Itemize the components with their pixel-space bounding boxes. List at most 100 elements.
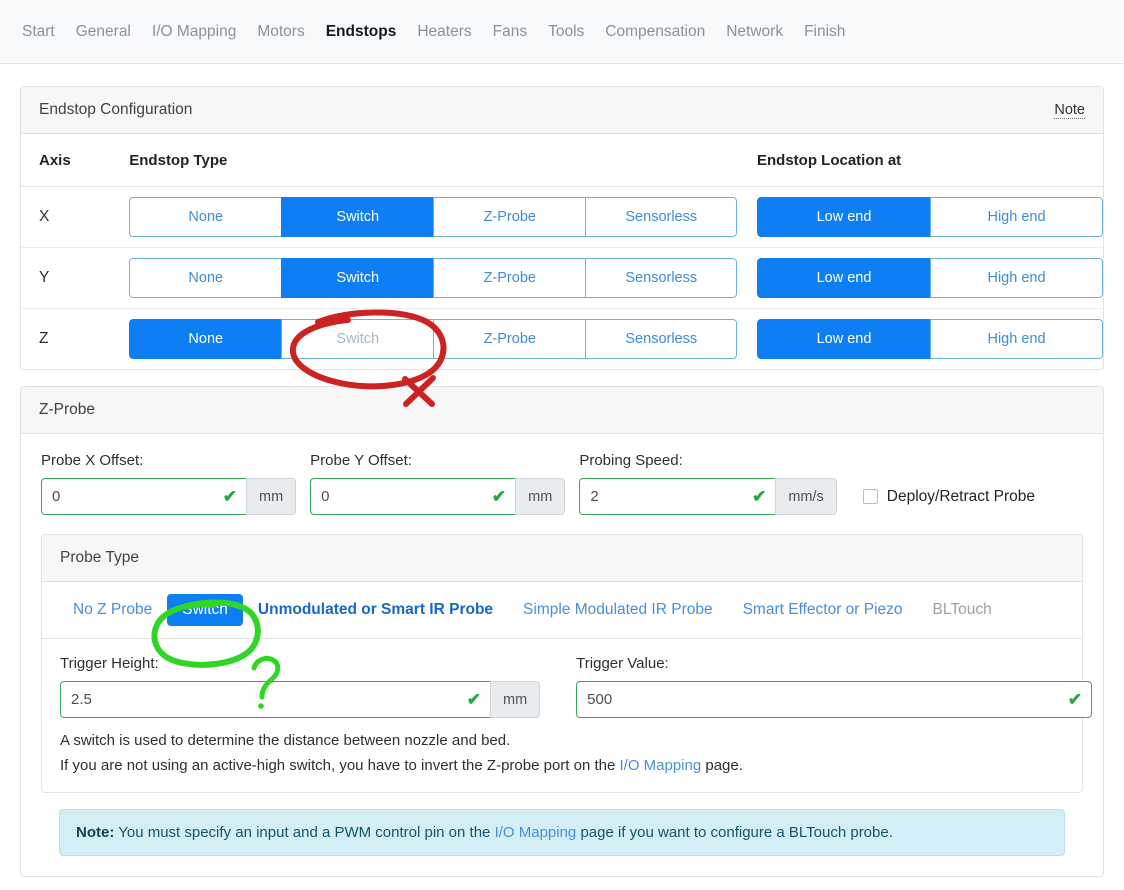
probe-type-tab-bltouch[interactable]: BLTouch [918, 594, 1007, 626]
endstop-type-x-zprobe[interactable]: Z-Probe [433, 197, 586, 237]
probe-description-2-post: page. [701, 757, 743, 774]
endstop-type-x-switch[interactable]: Switch [281, 197, 434, 237]
endstop-type-x-sensorless[interactable]: Sensorless [585, 197, 738, 237]
nav-tab-start[interactable]: Start [22, 23, 55, 41]
endstop-location-x-low[interactable]: Low end [757, 197, 930, 237]
zprobe-card: Z-Probe Probe X Offset: 0 ✔ mm Probe Y O… [20, 386, 1104, 877]
probe-type-card: Probe Type No Z Probe Switch Unmodulated… [41, 534, 1093, 793]
probing-speed-field: Probing Speed: 2 ✔ mm/s [579, 452, 837, 515]
zprobe-card-body: Probe X Offset: 0 ✔ mm Probe Y Offset: 0… [21, 434, 1103, 876]
trigger-value-label: Trigger Value: [576, 655, 669, 672]
probing-speed-input-group: 2 ✔ mm/s [579, 478, 837, 515]
endstop-type-group-y: None Switch Z-Probe Sensorless [129, 258, 738, 298]
endstop-location-z-low[interactable]: Low end [757, 319, 930, 359]
probe-type-body: Trigger Height: 2.5 ✔ mm Trigger Value: [42, 639, 1093, 792]
endstop-location-group-x: Low end High end [757, 197, 1103, 237]
trigger-height-value: 2.5 [71, 691, 92, 708]
probe-type-header: Probe Type [42, 535, 1082, 582]
trigger-value-value: 500 [587, 691, 613, 708]
endstop-card-title: Endstop Configuration [39, 101, 193, 118]
table-row: Z None Switch Z-Probe Sensorless Low end… [21, 309, 1103, 370]
nav-tab-io-mapping[interactable]: I/O Mapping [152, 23, 236, 41]
deploy-retract-probe-label: Deploy/Retract Probe [886, 487, 1035, 505]
endstop-type-z-switch[interactable]: Switch [281, 319, 434, 359]
endstop-location-y-high[interactable]: High end [930, 258, 1103, 298]
zprobe-field-row: Probe X Offset: 0 ✔ mm Probe Y Offset: 0… [41, 452, 1083, 515]
note-alert-post: page if you want to configure a BLTouch … [576, 824, 893, 841]
bltouch-note-alert: Note: You must specify an input and a PW… [59, 809, 1065, 856]
note-alert-bold: Note: [76, 824, 115, 841]
axis-label-z: Z [39, 330, 49, 347]
endstop-configuration-card: Endstop Configuration Note Axis Endstop … [20, 86, 1104, 370]
nav-tab-heaters[interactable]: Heaters [417, 23, 471, 41]
probe-type-tabs: No Z Probe Switch Unmodulated or Smart I… [42, 582, 1082, 639]
zprobe-card-title: Z-Probe [39, 401, 95, 418]
probing-speed-label: Probing Speed: [579, 452, 683, 469]
endstop-type-y-switch[interactable]: Switch [281, 258, 434, 298]
probe-description-line-1: A switch is used to determine the distan… [60, 732, 511, 749]
probe-type-tab-unmodulated-ir[interactable]: Unmodulated or Smart IR Probe [243, 594, 508, 626]
endstop-location-x-high[interactable]: High end [930, 197, 1103, 237]
trigger-height-input[interactable]: 2.5 ✔ [60, 681, 490, 718]
trigger-height-label: Trigger Height: [60, 655, 159, 672]
probe-y-offset-label: Probe Y Offset: [310, 452, 412, 469]
io-mapping-link-inline[interactable]: I/O Mapping [619, 757, 701, 774]
deploy-retract-probe-checkbox[interactable] [862, 489, 878, 504]
io-mapping-link-alert[interactable]: I/O Mapping [495, 824, 577, 841]
endstop-type-z-none[interactable]: None [129, 319, 282, 359]
probe-type-tab-no-z-probe[interactable]: No Z Probe [58, 594, 167, 626]
top-navbar: Start General I/O Mapping Motors Endstop… [0, 0, 1124, 64]
trigger-row: Trigger Height: 2.5 ✔ mm Trigger Value: [60, 655, 1093, 718]
probe-x-offset-input-group: 0 ✔ mm [41, 478, 297, 515]
endstop-type-y-zprobe[interactable]: Z-Probe [433, 258, 586, 298]
probe-type-tab-switch[interactable]: Switch [167, 594, 243, 626]
table-row: X None Switch Z-Probe Sensorless Low end… [21, 186, 1103, 248]
trigger-height-field: Trigger Height: 2.5 ✔ mm [60, 655, 541, 718]
nav-tab-endstops[interactable]: Endstops [326, 23, 397, 41]
nav-tab-network[interactable]: Network [726, 23, 783, 41]
probe-x-offset-input[interactable]: 0 ✔ [41, 478, 246, 515]
axis-label-y: Y [39, 269, 50, 286]
endstop-card-header: Endstop Configuration Note [21, 87, 1103, 134]
nav-tab-tools[interactable]: Tools [548, 23, 584, 41]
endstop-table: Axis Endstop Type Endstop Location at X … [21, 134, 1103, 369]
nav-tab-fans[interactable]: Fans [493, 23, 527, 41]
probe-y-offset-value: 0 [321, 488, 330, 505]
note-alert-pre: You must specify an input and a PWM cont… [114, 824, 495, 841]
nav-tab-general[interactable]: General [76, 23, 131, 41]
table-header-row: Axis Endstop Type Endstop Location at [21, 134, 1103, 187]
endstop-type-group-z: None Switch Z-Probe Sensorless [129, 319, 738, 359]
endstop-type-z-zprobe[interactable]: Z-Probe [433, 319, 586, 359]
probing-speed-input[interactable]: 2 ✔ [579, 478, 776, 515]
endstop-location-group-z: Low end High end [757, 319, 1103, 359]
probe-type-tab-simple-modulated-ir[interactable]: Simple Modulated IR Probe [508, 594, 728, 626]
trigger-height-input-group: 2.5 ✔ mm [60, 681, 541, 718]
probe-description-line-2: If you are not using an active-high swit… [60, 757, 1064, 774]
column-header-axis: Axis [21, 134, 130, 187]
endstop-type-x-none[interactable]: None [129, 197, 282, 237]
nav-tab-finish[interactable]: Finish [804, 23, 845, 41]
check-icon: ✔ [222, 486, 237, 506]
probe-y-offset-unit: mm [515, 478, 566, 515]
probe-type-tab-smart-effector-piezo[interactable]: Smart Effector or Piezo [728, 594, 918, 626]
endstop-location-z-high[interactable]: High end [930, 319, 1103, 359]
column-header-endstop-location: Endstop Location at [757, 134, 1103, 187]
endstop-type-z-sensorless[interactable]: Sensorless [585, 319, 738, 359]
trigger-height-unit: mm [490, 681, 541, 718]
note-help-link[interactable]: Note [1054, 102, 1085, 119]
endstop-location-group-y: Low end High end [757, 258, 1103, 298]
axis-label-x: X [39, 208, 50, 225]
probe-x-offset-label: Probe X Offset: [41, 452, 144, 469]
probe-y-offset-input[interactable]: 0 ✔ [310, 478, 516, 515]
column-header-endstop-type: Endstop Type [129, 134, 757, 187]
trigger-value-input[interactable]: 500 ✔ [576, 681, 1093, 718]
endstop-location-y-low[interactable]: Low end [757, 258, 930, 298]
probe-y-offset-field: Probe Y Offset: 0 ✔ mm [310, 452, 566, 515]
endstop-type-y-none[interactable]: None [129, 258, 282, 298]
nav-tab-compensation[interactable]: Compensation [605, 23, 705, 41]
endstop-type-y-sensorless[interactable]: Sensorless [585, 258, 738, 298]
probe-x-offset-value: 0 [52, 488, 61, 505]
deploy-retract-probe-checkbox-wrap[interactable]: Deploy/Retract Probe [862, 478, 1035, 515]
nav-tab-motors[interactable]: Motors [257, 23, 304, 41]
endstop-type-group-x: None Switch Z-Probe Sensorless [129, 197, 738, 237]
